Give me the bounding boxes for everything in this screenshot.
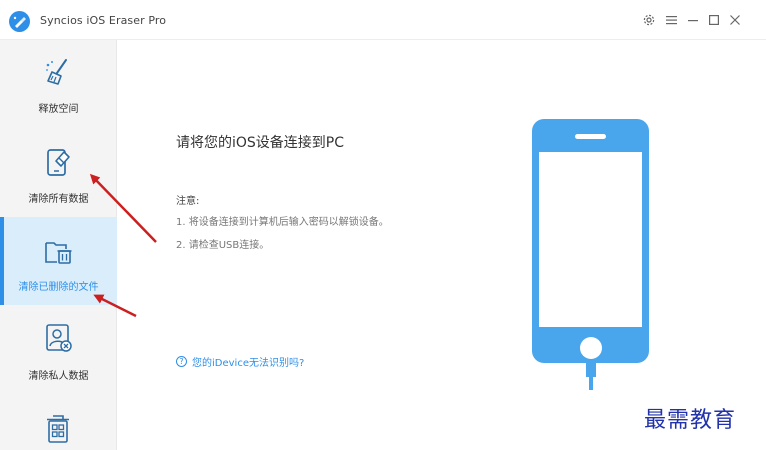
note-title: 注意:: [176, 196, 200, 207]
device-not-recognized-link[interactable]: ? 您的iDevice无法识别吗?: [176, 354, 304, 369]
phone-illustration: [531, 119, 651, 395]
minimize-icon[interactable]: [686, 12, 700, 28]
folder-trash-icon: [42, 235, 74, 267]
sidebar-item-erase-apps[interactable]: [0, 396, 117, 450]
sidebar-item-label: 释放空间: [38, 104, 79, 115]
sidebar-item-free-space[interactable]: 释放空间: [0, 40, 117, 128]
sidebar-item-erase-deleted[interactable]: 清除已删除的文件: [0, 217, 117, 305]
maximize-icon[interactable]: [707, 12, 721, 28]
sidebar-item-erase-all[interactable]: 清除所有数据: [0, 128, 117, 216]
close-icon[interactable]: [728, 12, 742, 28]
help-link-label: 您的iDevice无法识别吗?: [192, 358, 305, 369]
phone-eraser-icon: [42, 146, 74, 178]
app-grid-trash-icon: [42, 412, 74, 444]
menu-icon[interactable]: [664, 12, 678, 28]
broom-icon: [42, 56, 74, 88]
sidebar-item-label: 清除所有数据: [28, 194, 89, 205]
settings-icon[interactable]: [642, 12, 656, 28]
sidebar-item-erase-private[interactable]: 清除私人数据: [0, 306, 117, 394]
sidebar-item-label: 清除私人数据: [28, 371, 89, 382]
watermark-text: 最需教育: [644, 408, 737, 433]
connect-headline: 请将您的iOS设备连接到PC: [176, 135, 345, 151]
question-icon: ?: [176, 356, 187, 367]
sidebar: 释放空间 清除所有数据 清除已删除的文件 清除私人数据: [0, 40, 117, 450]
app-logo-icon: [9, 11, 30, 32]
note-line: 2. 请检查USB连接。: [176, 240, 270, 251]
app-title: Syncios iOS Eraser Pro: [40, 14, 167, 27]
title-bar: Syncios iOS Eraser Pro: [0, 0, 766, 40]
app-window: Syncios iOS Eraser Pro 释放空间 清除所有数据 清除已删除…: [0, 0, 766, 450]
sidebar-item-label: 清除已删除的文件: [18, 282, 99, 293]
user-remove-icon: [42, 322, 74, 354]
note-line: 1. 将设备连接到计算机后输入密码以解锁设备。: [176, 217, 389, 228]
main-panel: 请将您的iOS设备连接到PC 注意: 1. 将设备连接到计算机后输入密码以解锁设…: [118, 40, 766, 450]
